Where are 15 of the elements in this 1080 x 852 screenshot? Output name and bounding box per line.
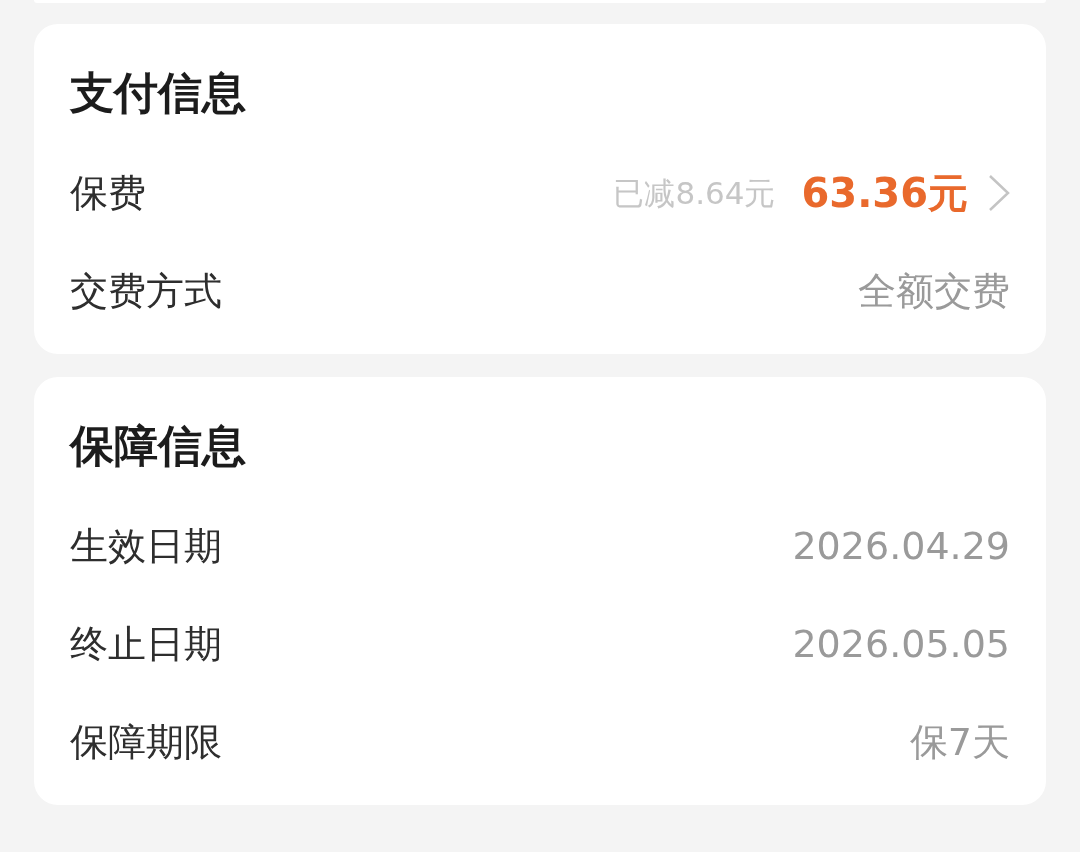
section-title: 支付信息 — [70, 66, 247, 120]
price-row[interactable]: 保费 已减8.64元 63.36元 — [70, 144, 1010, 242]
row-label: 交费方式 — [70, 267, 222, 315]
row-value: 全额交费 — [858, 267, 1010, 315]
row-value: 2026.04.29 — [792, 522, 1010, 570]
row-label: 保障期限 — [70, 718, 222, 766]
row-value: 2026.05.05 — [792, 620, 1010, 668]
section-title: 保障信息 — [70, 419, 247, 473]
chevron-right-icon — [988, 174, 1010, 212]
row-value: 保7天 — [909, 718, 1010, 766]
row-label: 保费 — [70, 169, 146, 217]
price-value: 63.36元 — [801, 169, 968, 218]
row-label: 终止日期 — [70, 620, 222, 668]
row-label: 生效日期 — [70, 522, 222, 570]
discount-text: 已减8.64元 — [613, 173, 776, 213]
